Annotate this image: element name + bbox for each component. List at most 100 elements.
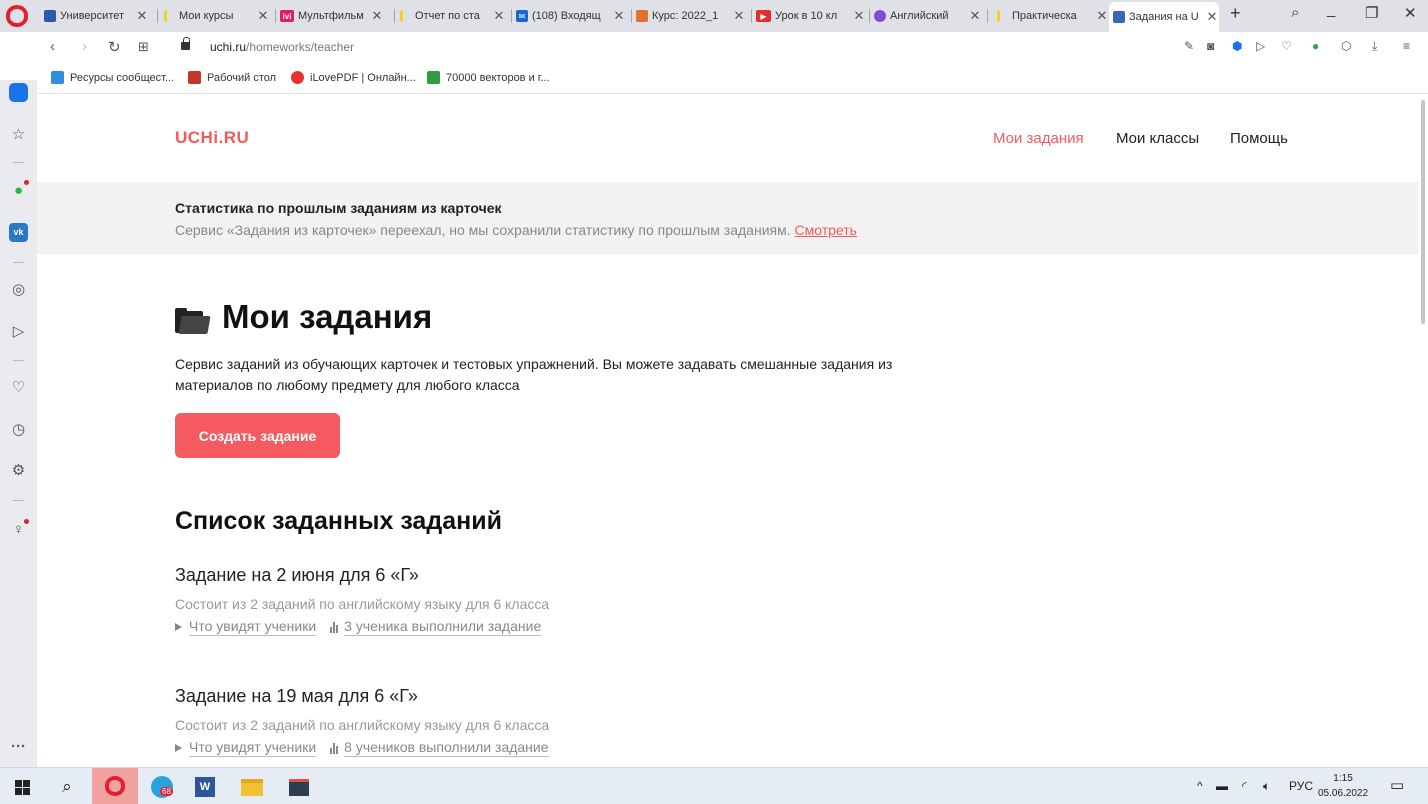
download-icon[interactable]: ⤓ [1372, 39, 1377, 54]
language-indicator[interactable]: РУС [1289, 779, 1313, 793]
stats-link[interactable]: 3 ученика выполнили задание [344, 618, 542, 636]
volume-icon[interactable]: 🔈︎ [1263, 779, 1270, 794]
bookmark-ilovepdf[interactable]: iLovePDF | Онлайн... [291, 71, 416, 84]
bookmark-desktop[interactable]: Рабочий стол [188, 71, 276, 84]
preview-link[interactable]: Что увидят ученики [189, 618, 317, 636]
tab-favicon-icon [400, 10, 403, 22]
browser-tab-practical[interactable]: Практическа ✕ [997, 4, 1109, 28]
close-tab-icon[interactable]: ✕ [612, 8, 626, 24]
app-taskbar-button[interactable] [287, 775, 311, 799]
assignment-title[interactable]: Задание на 19 мая для 6 «Г» [175, 686, 975, 707]
star-icon[interactable]: ☆ [9, 125, 28, 144]
bar-chart-icon [330, 742, 339, 754]
notifications-icon[interactable]: ▭ [1390, 776, 1404, 794]
browser-tab-inbox[interactable]: ✉ (108) Входящ ✕ [516, 4, 626, 28]
url-field[interactable]: uchi.ru/homeworks/teacher [210, 40, 354, 54]
search-tabs-icon[interactable]: ⌕ [1291, 4, 1299, 21]
assignment-subtitle: Состоит из 2 заданий по английскому язык… [175, 596, 550, 612]
opera-logo-icon[interactable] [6, 5, 28, 27]
browser-tab-university[interactable]: Университет ✕ [44, 4, 149, 28]
page-title: Мои задания [222, 298, 433, 335]
extension-cube-icon[interactable]: ⬡ [1341, 39, 1351, 53]
history-clock-icon[interactable]: ◷ [9, 420, 28, 439]
snapshot-camera-icon[interactable]: ◙ [1207, 39, 1214, 53]
nav-my-tasks[interactable]: Мои задания [993, 130, 1084, 147]
list-item: Задание на 19 мая для 6 «Г» Состоит из 2… [175, 686, 975, 757]
close-tab-icon[interactable]: ✕ [370, 8, 384, 24]
send-sidebar-icon[interactable]: ▷ [9, 322, 28, 341]
reload-icon[interactable]: ↻ [108, 38, 121, 56]
close-tab-icon[interactable]: ✕ [135, 8, 149, 24]
assignment-title[interactable]: Задание на 2 июня для 6 «Г» [175, 565, 975, 586]
close-tab-icon[interactable]: ✕ [1205, 9, 1219, 25]
opera-sidebar: ☆ ● vk ◎ ▷ ♡ ◷ ⚙ ♀ ··· [0, 80, 37, 767]
banner-text: Сервис «Задания из карточек» переехал, н… [175, 222, 857, 238]
nav-my-classes[interactable]: Мои классы [1116, 130, 1199, 147]
expand-triangle-icon[interactable] [175, 744, 182, 752]
telegram-badge: 68 [160, 787, 173, 796]
opera-taskbar-button[interactable] [92, 768, 138, 804]
youtube-favicon-icon: ▶ [756, 10, 771, 22]
windows-start-icon[interactable] [10, 775, 34, 799]
bookmark-resources[interactable]: Ресурсы сообщест... [51, 71, 174, 84]
browser-tab-cartoon[interactable]: ivi Мультфильм ✕ [280, 4, 384, 28]
send-icon[interactable]: ▷ [1256, 39, 1265, 53]
lock-icon [181, 37, 190, 50]
vk-icon[interactable]: vk [9, 223, 28, 242]
minimize-icon[interactable]: _ [1327, 1, 1335, 18]
speed-dial-icon[interactable]: ⊞ [138, 39, 149, 55]
heart-sidebar-icon[interactable]: ♡ [9, 378, 28, 397]
browser-tab-strip: Университет ✕ Мои курсы ✕ ivi Мультфильм… [0, 0, 1428, 32]
extension-a-icon[interactable]: ● [1312, 39, 1319, 53]
close-tab-icon[interactable]: ✕ [968, 8, 982, 24]
home-icon[interactable] [9, 83, 28, 102]
back-icon[interactable]: ‹ [50, 38, 55, 55]
player-icon[interactable]: ◎ [9, 280, 28, 299]
easy-setup-icon[interactable]: ≡ [1403, 39, 1410, 53]
create-task-button[interactable]: Создать задание [175, 413, 340, 458]
browser-tab-report[interactable]: Отчет по ста ✕ [400, 4, 506, 28]
battery-icon[interactable]: ▬ [1216, 779, 1228, 793]
browser-tab-my-courses[interactable]: Мои курсы ✕ [164, 4, 270, 28]
uchi-logo[interactable]: UCHi.RU [175, 128, 249, 148]
expand-triangle-icon[interactable] [175, 623, 182, 631]
browser-tab-uchi-active[interactable]: Задания на U ✕ [1109, 2, 1219, 32]
browser-tab-english[interactable]: Английский ✕ [874, 4, 982, 28]
close-tab-icon[interactable]: ✕ [1095, 8, 1109, 24]
preview-link[interactable]: Что увидят ученики [189, 739, 317, 757]
close-tab-icon[interactable]: ✕ [732, 8, 746, 24]
close-window-icon[interactable]: ✕ [1404, 4, 1417, 22]
mail-favicon-icon: ✉ [516, 10, 528, 22]
stats-link[interactable]: 8 учеников выполнили задание [344, 739, 549, 757]
close-tab-icon[interactable]: ✕ [256, 8, 270, 24]
page-scrollbar[interactable] [1418, 94, 1428, 767]
wifi-icon[interactable]: ◜ [1242, 779, 1247, 793]
list-item: Задание на 2 июня для 6 «Г» Состоит из 2… [175, 565, 975, 636]
stats-banner: Статистика по прошлым заданиям из карточ… [37, 182, 1418, 254]
tab-favicon-icon [44, 10, 56, 22]
browser-tab-youtube-lesson[interactable]: ▶ Урок в 10 кл ✕ [756, 4, 866, 28]
word-taskbar-button[interactable]: W [193, 775, 217, 799]
search-icon[interactable]: ⌕ [55, 775, 79, 799]
system-clock[interactable]: 1:15 05.06.2022 [1318, 771, 1368, 801]
ivi-favicon-icon: ivi [280, 10, 294, 22]
heart-icon[interactable]: ♡ [1281, 39, 1292, 53]
bookmark-vectors[interactable]: 70000 векторов и г... [427, 71, 550, 84]
restore-window-icon[interactable]: ❐ [1365, 4, 1378, 22]
more-icon[interactable]: ··· [9, 737, 28, 756]
telegram-taskbar-button[interactable]: 68 [150, 775, 174, 799]
close-tab-icon[interactable]: ✕ [492, 8, 506, 24]
vpn-shield-icon[interactable]: ⬢ [1232, 39, 1242, 53]
explorer-taskbar-button[interactable] [240, 775, 264, 799]
tray-expand-icon[interactable]: ^ [1197, 779, 1203, 793]
forward-icon[interactable]: › [82, 38, 87, 55]
close-tab-icon[interactable]: ✕ [852, 8, 866, 24]
browser-tab-course[interactable]: Курс: 2022_1 ✕ [636, 4, 746, 28]
windows-taskbar: ⌕ 68 W ^ ▬ ◜ 🔈︎ РУС 1:15 05.06.2022 ▭ [0, 767, 1428, 804]
nav-help[interactable]: Помощь [1230, 130, 1288, 147]
banner-view-link[interactable]: Смотреть [795, 222, 857, 238]
new-tab-icon[interactable]: + [1230, 3, 1241, 24]
app-window-icon [289, 778, 309, 796]
settings-gear-icon[interactable]: ⚙ [9, 461, 28, 480]
edit-icon[interactable]: ✎ [1184, 39, 1194, 53]
